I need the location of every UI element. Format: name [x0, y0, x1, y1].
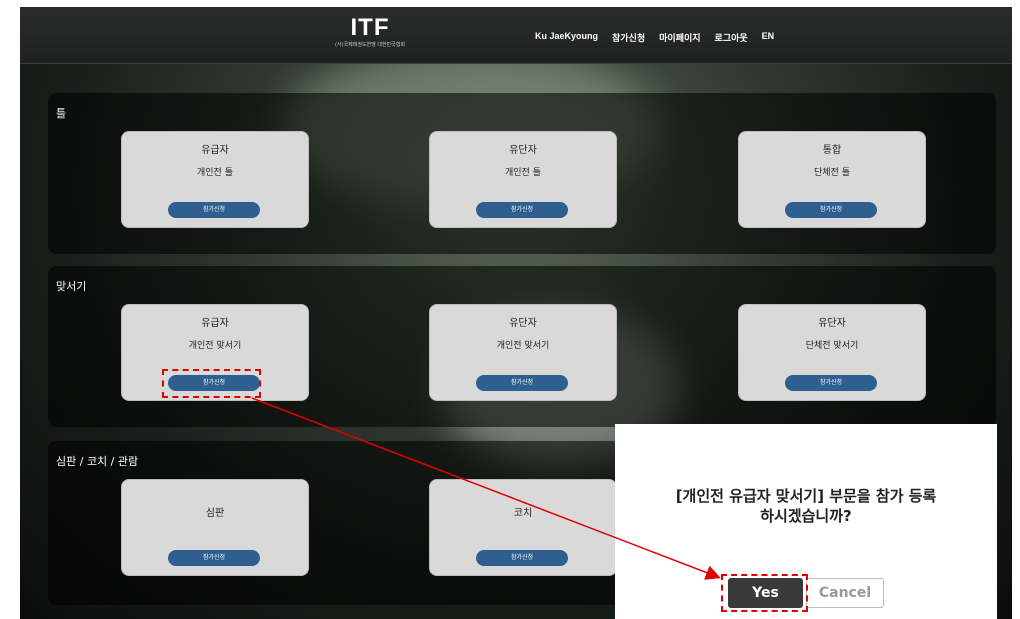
nav-mypage[interactable]: 마이페이지	[659, 31, 700, 44]
logo-text: ITF	[350, 14, 390, 41]
register-button[interactable]: 참가신청	[168, 550, 260, 566]
nav-logout[interactable]: 로그아웃	[715, 31, 748, 44]
card-event: 단체전 틀	[814, 168, 850, 178]
nav-language-en[interactable]: EN	[762, 31, 775, 44]
card-level: 통합	[822, 145, 842, 156]
top-navigation-bar: ITF (사)국제태권도연맹 대한민국협회 Ku JaeKyoung 참가신청 …	[20, 7, 1012, 64]
highlight-box	[721, 574, 808, 612]
cancel-button[interactable]: Cancel	[806, 578, 884, 608]
card-level: 유급자	[201, 318, 229, 329]
category-card: 유단자 개인전 맞서기 참가신청	[429, 304, 617, 401]
dialog-message-line1: [개인전 유급자 맞서기] 부문을 참가 등록	[675, 487, 937, 505]
card-event: 단체전 맞서기	[805, 341, 859, 351]
category-card: 유단자 개인전 틀 참가신청	[429, 131, 617, 228]
card-level: 유급자	[201, 145, 229, 156]
card-level: 유단자	[509, 318, 537, 329]
register-button[interactable]: 참가신청	[785, 202, 877, 218]
confirm-dialog: [개인전 유급자 맞서기] 부문을 참가 등록 하시겠습니까? Yes Canc…	[615, 424, 997, 619]
dialog-message: [개인전 유급자 맞서기] 부문을 참가 등록 하시겠습니까?	[615, 486, 997, 526]
card-event: 개인전 맞서기	[188, 341, 242, 351]
section-sparring: 맞서기 유급자 개인전 맞서기 참가신청 유단자 개인전 맞서기 참가신청 유단…	[48, 266, 996, 427]
register-button[interactable]: 참가신청	[476, 202, 568, 218]
category-card: 코치 참가신청	[429, 479, 617, 576]
nav-user-name[interactable]: Ku JaeKyoung	[535, 31, 598, 44]
site-logo[interactable]: ITF (사)국제태권도연맹 대한민국협회	[335, 15, 405, 53]
register-button[interactable]: 참가신청	[476, 550, 568, 566]
section-title: 틀	[56, 107, 67, 120]
highlight-box	[162, 369, 261, 398]
register-button[interactable]: 참가신청	[785, 375, 877, 391]
section-title: 심판 / 코치 / 관람	[56, 455, 139, 468]
card-level: 코치	[513, 508, 533, 519]
category-card: 유단자 단체전 맞서기 참가신청	[738, 304, 926, 401]
main-nav: Ku JaeKyoung 참가신청 마이페이지 로그아웃 EN	[535, 31, 774, 44]
register-button[interactable]: 참가신청	[476, 375, 568, 391]
category-card: 유급자 개인전 틀 참가신청	[121, 131, 309, 228]
nav-register[interactable]: 참가신청	[612, 31, 645, 44]
dialog-message-line2: 하시겠습니까?	[760, 507, 852, 525]
section-title: 맞서기	[56, 280, 87, 293]
register-button[interactable]: 참가신청	[168, 202, 260, 218]
category-card: 심판 참가신청	[121, 479, 309, 576]
card-level: 유단자	[509, 145, 537, 156]
card-level: 심판	[205, 508, 225, 519]
card-level: 유단자	[818, 318, 846, 329]
card-event: 개인전 맞서기	[496, 341, 550, 351]
section-pattern: 틀 유급자 개인전 틀 참가신청 유단자 개인전 틀 참가신청 통합 단체전 틀…	[48, 93, 996, 254]
category-card: 통합 단체전 틀 참가신청	[738, 131, 926, 228]
card-event: 개인전 틀	[505, 168, 541, 178]
logo-subtitle: (사)국제태권도연맹 대한민국협회	[335, 42, 405, 48]
card-event: 개인전 틀	[197, 168, 233, 178]
